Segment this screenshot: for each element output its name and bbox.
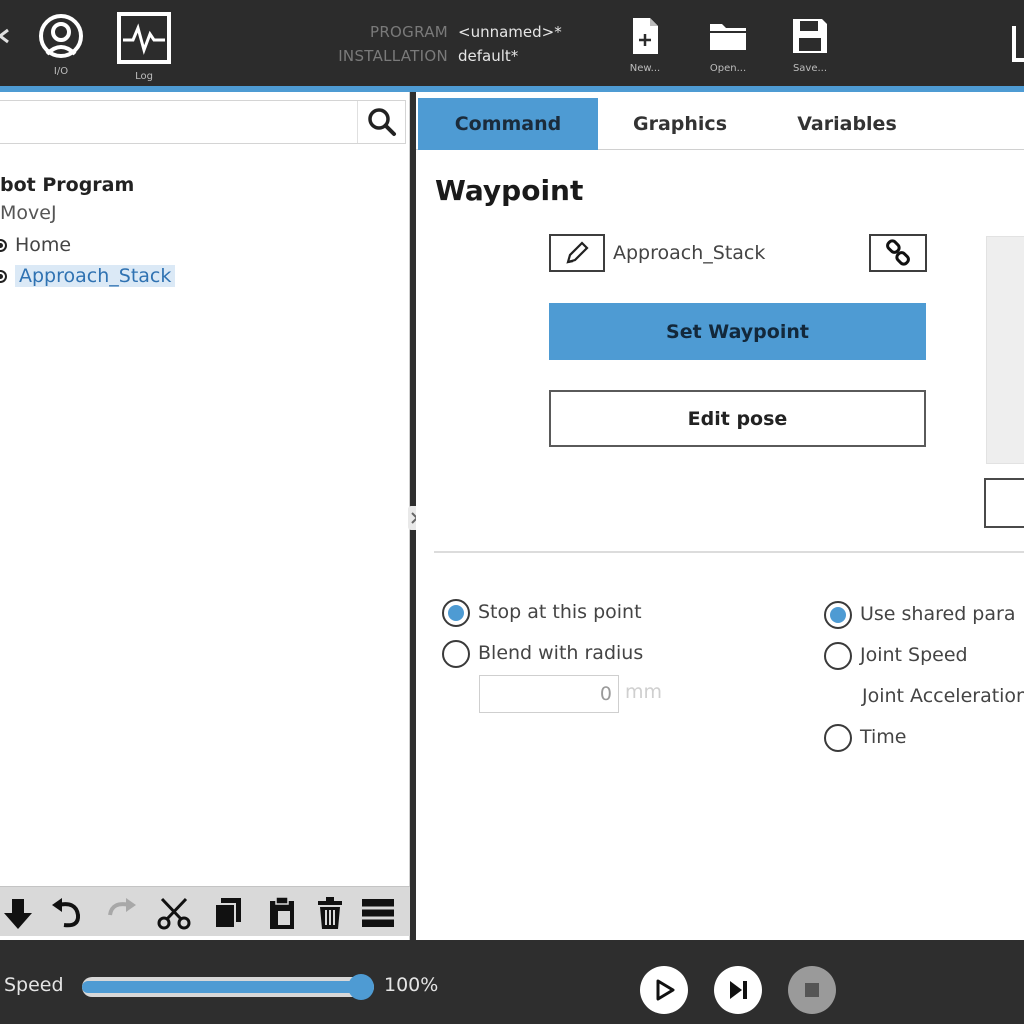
waypoint-name-row: Approach_Stack [549, 234, 927, 274]
save-icon [793, 19, 827, 53]
copy-icon[interactable] [210, 895, 246, 931]
set-waypoint-button[interactable]: Set Waypoint [549, 303, 926, 360]
undo-icon[interactable] [48, 895, 84, 931]
stop-button[interactable] [788, 966, 836, 1014]
tab-bar: Command Graphics Variables [416, 98, 1024, 150]
stop-icon [805, 983, 819, 997]
log-icon [117, 12, 171, 64]
search-icon [367, 108, 396, 136]
waypoint-name: Approach_Stack [613, 242, 766, 264]
installation-value: default* [458, 47, 519, 65]
pencil-icon [566, 241, 589, 264]
option-blend-label: Blend with radius [478, 642, 644, 664]
tab-graphics[interactable]: Graphics [598, 98, 762, 150]
edit-pose-button[interactable]: Edit pose [549, 390, 926, 447]
search-button[interactable] [357, 101, 405, 143]
redo-icon[interactable] [104, 895, 140, 931]
save-program-button[interactable]: Save... [782, 16, 838, 74]
option-time[interactable]: Time [824, 722, 907, 752]
blend-radius-field[interactable]: 0 [479, 675, 619, 713]
suppress-icon[interactable] [360, 895, 396, 931]
option-joint-speed[interactable]: Joint Speed [824, 640, 968, 670]
tree-node-approach-label: Approach_Stack [15, 265, 176, 287]
speed-slider[interactable] [82, 974, 374, 1000]
tree-node-home-label: Home [15, 234, 72, 256]
log-button[interactable]: Log [116, 12, 172, 82]
option-blend-radius[interactable]: Blend with radius [442, 638, 643, 668]
cut-icon[interactable] [156, 895, 192, 931]
tab-command[interactable]: Command [418, 98, 598, 150]
waypoint-icon [0, 270, 7, 283]
io-icon [39, 14, 83, 58]
program-info: PROGRAM <unnamed>* INSTALLATION default* [330, 20, 620, 68]
tree-node-home[interactable]: Home [0, 230, 71, 260]
play-icon [656, 979, 675, 1001]
step-button[interactable] [714, 966, 762, 1014]
radio-stop-at-point[interactable] [442, 598, 470, 627]
option-time-label: Time [860, 726, 907, 748]
program-tree-panel: bot Program MoveJ Home Approach_Stack [0, 92, 410, 940]
option-shared-params[interactable]: Use shared para [824, 599, 1015, 629]
new-program-button[interactable]: New... [620, 16, 670, 74]
ur-logo [1012, 24, 1024, 64]
step-icon [730, 981, 747, 999]
tree-node-robot-program[interactable]: bot Program [0, 170, 134, 200]
search-input[interactable] [0, 100, 406, 144]
header-bar: I/O Log PROGRAM <unnamed>* INSTALLATION … [0, 0, 1024, 88]
back-arrow-icon[interactable] [0, 26, 10, 46]
tree-node-approach-stack[interactable]: Approach_Stack [0, 261, 176, 291]
radio-time[interactable] [824, 723, 852, 752]
radio-shared-params[interactable] [824, 600, 852, 629]
blend-radius-unit: mm [625, 681, 663, 703]
radio-joint-speed[interactable] [824, 641, 852, 670]
rename-button[interactable] [549, 234, 605, 272]
open-folder-icon [710, 24, 746, 50]
play-button[interactable] [640, 966, 688, 1014]
waypoint-icon [0, 239, 7, 252]
option-shared-label: Use shared para [860, 603, 1016, 625]
footer-bar: Speed 100% [0, 940, 1024, 1024]
robot-preview [986, 236, 1024, 464]
option-stop-at-point[interactable]: Stop at this point [442, 597, 642, 627]
paste-icon[interactable] [264, 895, 300, 931]
radio-blend-radius[interactable] [442, 639, 470, 668]
log-label: Log [135, 71, 153, 82]
save-label: Save... [792, 63, 828, 74]
io-button[interactable]: I/O [32, 12, 90, 77]
tab-variables[interactable]: Variables [762, 98, 932, 150]
speed-slider-knob[interactable] [348, 974, 374, 1000]
command-panel: Command Graphics Variables Waypoint Appr… [416, 92, 1024, 940]
new-file-icon [633, 18, 658, 54]
page-title: Waypoint [435, 174, 584, 207]
new-label: New... [629, 63, 661, 74]
program-key: PROGRAM [369, 23, 448, 41]
installation-key: INSTALLATION [338, 47, 448, 65]
section-divider [434, 551, 1024, 553]
delete-icon[interactable] [312, 895, 348, 931]
option-stop-label: Stop at this point [478, 601, 642, 623]
move-down-icon[interactable] [0, 895, 36, 931]
speed-value: 100% [384, 974, 439, 996]
speed-label: Speed [4, 974, 64, 996]
tree-toolbar [0, 886, 410, 936]
joint-acceleration-label: Joint Acceleration [862, 685, 1024, 707]
preview-side-button[interactable] [984, 478, 1024, 528]
link-icon [886, 239, 910, 266]
link-button[interactable] [869, 234, 927, 272]
speed-slider-fill [82, 981, 361, 993]
tree-node-movej[interactable]: MoveJ [0, 198, 57, 228]
open-program-button[interactable]: Open... [700, 16, 756, 74]
program-value: <unnamed>* [458, 23, 562, 41]
open-label: Open... [709, 63, 747, 74]
option-joint-speed-label: Joint Speed [860, 644, 968, 666]
